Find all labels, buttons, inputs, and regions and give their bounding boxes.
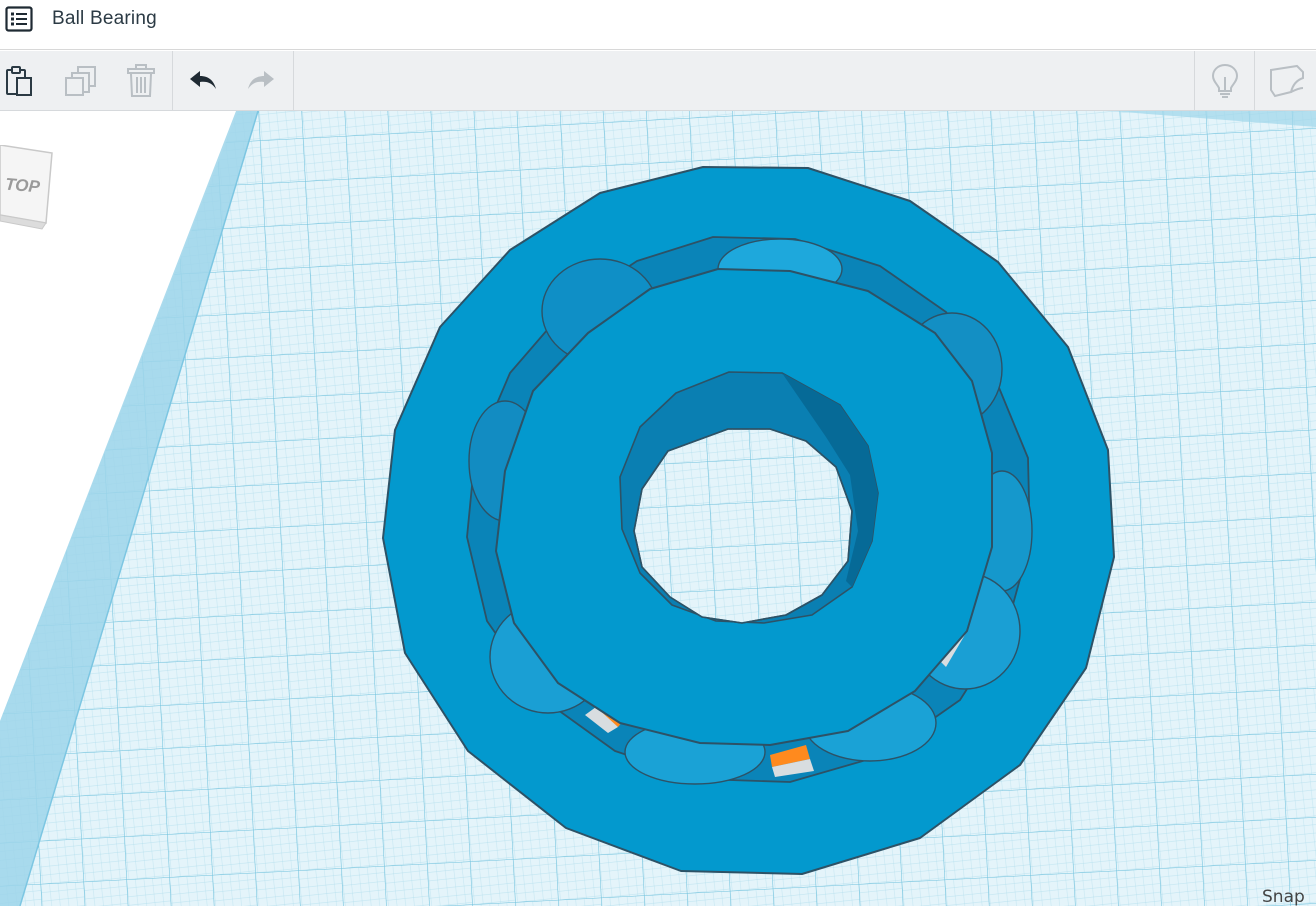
redo-button[interactable] [231,51,291,110]
shape-icon [1270,64,1304,97]
notes-button[interactable] [1195,51,1255,110]
edit-toolbar [0,51,1316,111]
duplicate-button[interactable] [51,51,111,110]
snap-grid-label[interactable]: Snap [1262,887,1305,906]
paste-icon [6,65,32,96]
trash-icon [127,63,155,97]
ball-bearing-model[interactable] [382,166,1115,875]
workplane[interactable]: TOP Snap [0,111,1316,906]
delete-button[interactable] [111,51,171,110]
redo-icon [248,70,274,89]
toolbar-divider [293,51,294,110]
view-cube[interactable]: TOP [0,145,60,231]
menu-button[interactable] [5,6,33,32]
lightbulb-icon [1211,63,1239,98]
workplane-canvas[interactable] [0,111,1316,906]
view-cube-graphic: TOP [0,145,53,230]
undo-button[interactable] [173,51,233,110]
toolbar-divider [1254,51,1255,110]
paste-button[interactable] [0,51,50,110]
view-cube-label: TOP [4,175,41,197]
list-icon [5,6,33,32]
document-title[interactable]: Ball Bearing [52,8,157,30]
title-bar: Ball Bearing [0,0,1316,50]
shape-button[interactable] [1257,51,1316,110]
duplicate-icon [65,65,96,96]
undo-icon [190,70,216,89]
